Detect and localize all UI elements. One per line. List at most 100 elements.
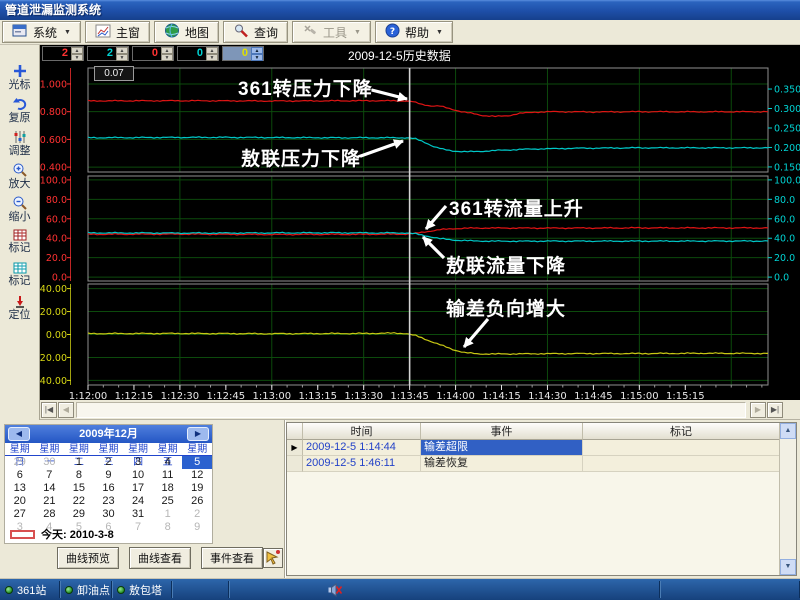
nav-track[interactable] (76, 402, 746, 418)
sidebar-item-cursor[interactable]: 光标 (0, 63, 39, 91)
calendar-day[interactable]: 25 (153, 495, 183, 508)
events-table-body: ▶ 2009-12-5 1:14:44 输差超限 2009-12-5 1:46:11 输… (287, 440, 796, 472)
status-section-sound (229, 579, 660, 600)
calendar-day[interactable]: 9 (94, 469, 124, 482)
calendar-day[interactable]: 8 (64, 469, 94, 482)
event-view-button[interactable]: 事件查看 (201, 547, 263, 569)
scroll-down-icon[interactable]: ▼ (780, 559, 796, 575)
system-menu-button[interactable]: 系统 ▼ (2, 21, 81, 43)
main-window-button[interactable]: 主窗 (84, 21, 150, 43)
event-mark-cell[interactable] (583, 456, 780, 472)
calendar-day[interactable]: 26 (182, 495, 212, 508)
sidebar-item-mark-cyan[interactable]: 标记 (0, 261, 39, 287)
map-icon (164, 23, 180, 41)
calendar-day[interactable]: 1 (64, 456, 94, 469)
main-window-icon (95, 24, 111, 41)
pointing-hand-icon (266, 550, 280, 565)
calendar-day[interactable]: 20 (5, 495, 35, 508)
query-button[interactable]: 查询 (222, 21, 288, 43)
help-menu-button[interactable]: ? 帮助 ▼ (374, 21, 453, 43)
event-row[interactable]: ▶ 2009-12-5 1:14:44 输差超限 (287, 440, 796, 456)
calendar-day[interactable]: 12 (182, 469, 212, 482)
nav-prev-button[interactable]: ◀ (58, 402, 74, 418)
status-station-aobaota: 敖包塔 (112, 579, 172, 600)
calendar-day[interactable]: 16 (94, 482, 124, 495)
calendar-day[interactable]: 18 (153, 482, 183, 495)
calendar-prev-button[interactable]: ◀ (8, 427, 30, 441)
table-scrollbar[interactable]: ▲ ▼ (779, 423, 796, 575)
calendar-day[interactable]: 3 (123, 456, 153, 469)
calendar-day[interactable]: 2 (94, 456, 124, 469)
x-axis-label: 1:12:45 (207, 391, 246, 400)
sidebar-item-label: 标记 (8, 275, 31, 287)
event-name-cell[interactable]: 输差恢复 (421, 456, 583, 472)
left-axis-label: 100.0 (40, 175, 67, 186)
calendar-day[interactable]: 30 (35, 456, 65, 469)
calendar-day[interactable]: 30 (94, 508, 124, 521)
sidebar-item-label: 复原 (8, 112, 31, 124)
calendar-day[interactable]: 29 (5, 456, 35, 469)
calendar-day[interactable]: 29 (64, 508, 94, 521)
query-icon (233, 23, 249, 41)
sidebar-item-locate[interactable]: 定位 (0, 294, 39, 321)
calendar-day[interactable]: 14 (35, 482, 65, 495)
map-button[interactable]: 地图 (153, 21, 219, 43)
scroll-up-icon[interactable]: ▲ (780, 423, 796, 439)
calendar-day[interactable]: 31 (123, 508, 153, 521)
right-axis-label: 100.0 (774, 175, 800, 186)
station-label: 卸油点 (77, 584, 110, 597)
calendar-day[interactable]: 13 (5, 482, 35, 495)
nav-next-button[interactable]: ▶ (750, 402, 766, 418)
sidebar-item-adjust[interactable]: 调整 (0, 129, 39, 157)
row-selector-header (287, 423, 303, 440)
event-name-cell[interactable]: 输差超限 (421, 440, 583, 456)
column-header-time[interactable]: 时间 (303, 423, 421, 440)
calendar-day[interactable]: 15 (64, 482, 94, 495)
calendar-day[interactable]: 11 (153, 469, 183, 482)
goto-event-button[interactable] (263, 548, 283, 568)
left-axis-label: 0.00 (46, 330, 67, 341)
nav-first-button[interactable]: |◀ (41, 402, 57, 418)
chevron-down-icon: ▼ (64, 28, 71, 36)
calendar-day[interactable]: 7 (35, 469, 65, 482)
help-icon: ? (385, 23, 400, 41)
event-row[interactable]: 2009-12-5 1:46:11 输差恢复 (287, 456, 796, 472)
event-time-cell[interactable]: 2009-12-5 1:46:11 (303, 456, 421, 472)
calendar-day[interactable]: 17 (123, 482, 153, 495)
column-header-event[interactable]: 事件 (421, 423, 583, 440)
row-selector-cell[interactable] (287, 456, 303, 472)
calendar-day[interactable]: 23 (94, 495, 124, 508)
event-time-cell[interactable]: 2009-12-5 1:14:44 (303, 440, 421, 456)
calendar-day[interactable]: 8 (153, 521, 183, 534)
sidebar-item-zoom-out[interactable]: 缩小 (0, 195, 39, 223)
row-selector-cell[interactable]: ▶ (287, 440, 303, 456)
calendar-day[interactable]: 4 (153, 456, 183, 469)
calendar-day-selected[interactable]: 5 (182, 456, 212, 469)
curve-preview-button[interactable]: 曲线预览 (57, 547, 119, 569)
right-axis-label: 40.0 (774, 234, 795, 245)
calendar-day[interactable]: 2 (182, 508, 212, 521)
calendar-day[interactable]: 28 (35, 508, 65, 521)
sidebar-item-label: 光标 (8, 79, 31, 91)
nav-last-button[interactable]: ▶| (767, 402, 783, 418)
event-mark-cell[interactable] (583, 440, 780, 456)
calendar-day[interactable]: 24 (123, 495, 153, 508)
calendar-next-button[interactable]: ▶ (187, 427, 209, 441)
calendar-day[interactable]: 7 (123, 521, 153, 534)
calendar-day[interactable]: 21 (35, 495, 65, 508)
calendar-day[interactable]: 22 (64, 495, 94, 508)
calendar-day[interactable]: 6 (5, 469, 35, 482)
today-label[interactable]: 今天: 2010-3-8 (41, 526, 114, 542)
calendar-day[interactable]: 1 (153, 508, 183, 521)
sidebar-item-restore[interactable]: 复原 (0, 96, 39, 124)
muted-speaker-icon[interactable] (328, 582, 343, 600)
curve-view-button[interactable]: 曲线查看 (129, 547, 191, 569)
sidebar-item-zoom-in[interactable]: 放大 (0, 162, 39, 190)
column-header-mark[interactable]: 标记 (583, 423, 780, 440)
calendar-day[interactable]: 27 (5, 508, 35, 521)
tools-menu-button[interactable]: 工具 ▼ (292, 21, 371, 43)
calendar-day[interactable]: 9 (182, 521, 212, 534)
sidebar-item-mark-red[interactable]: 标记 (0, 228, 39, 254)
calendar-day[interactable]: 10 (123, 469, 153, 482)
calendar-day[interactable]: 19 (182, 482, 212, 495)
